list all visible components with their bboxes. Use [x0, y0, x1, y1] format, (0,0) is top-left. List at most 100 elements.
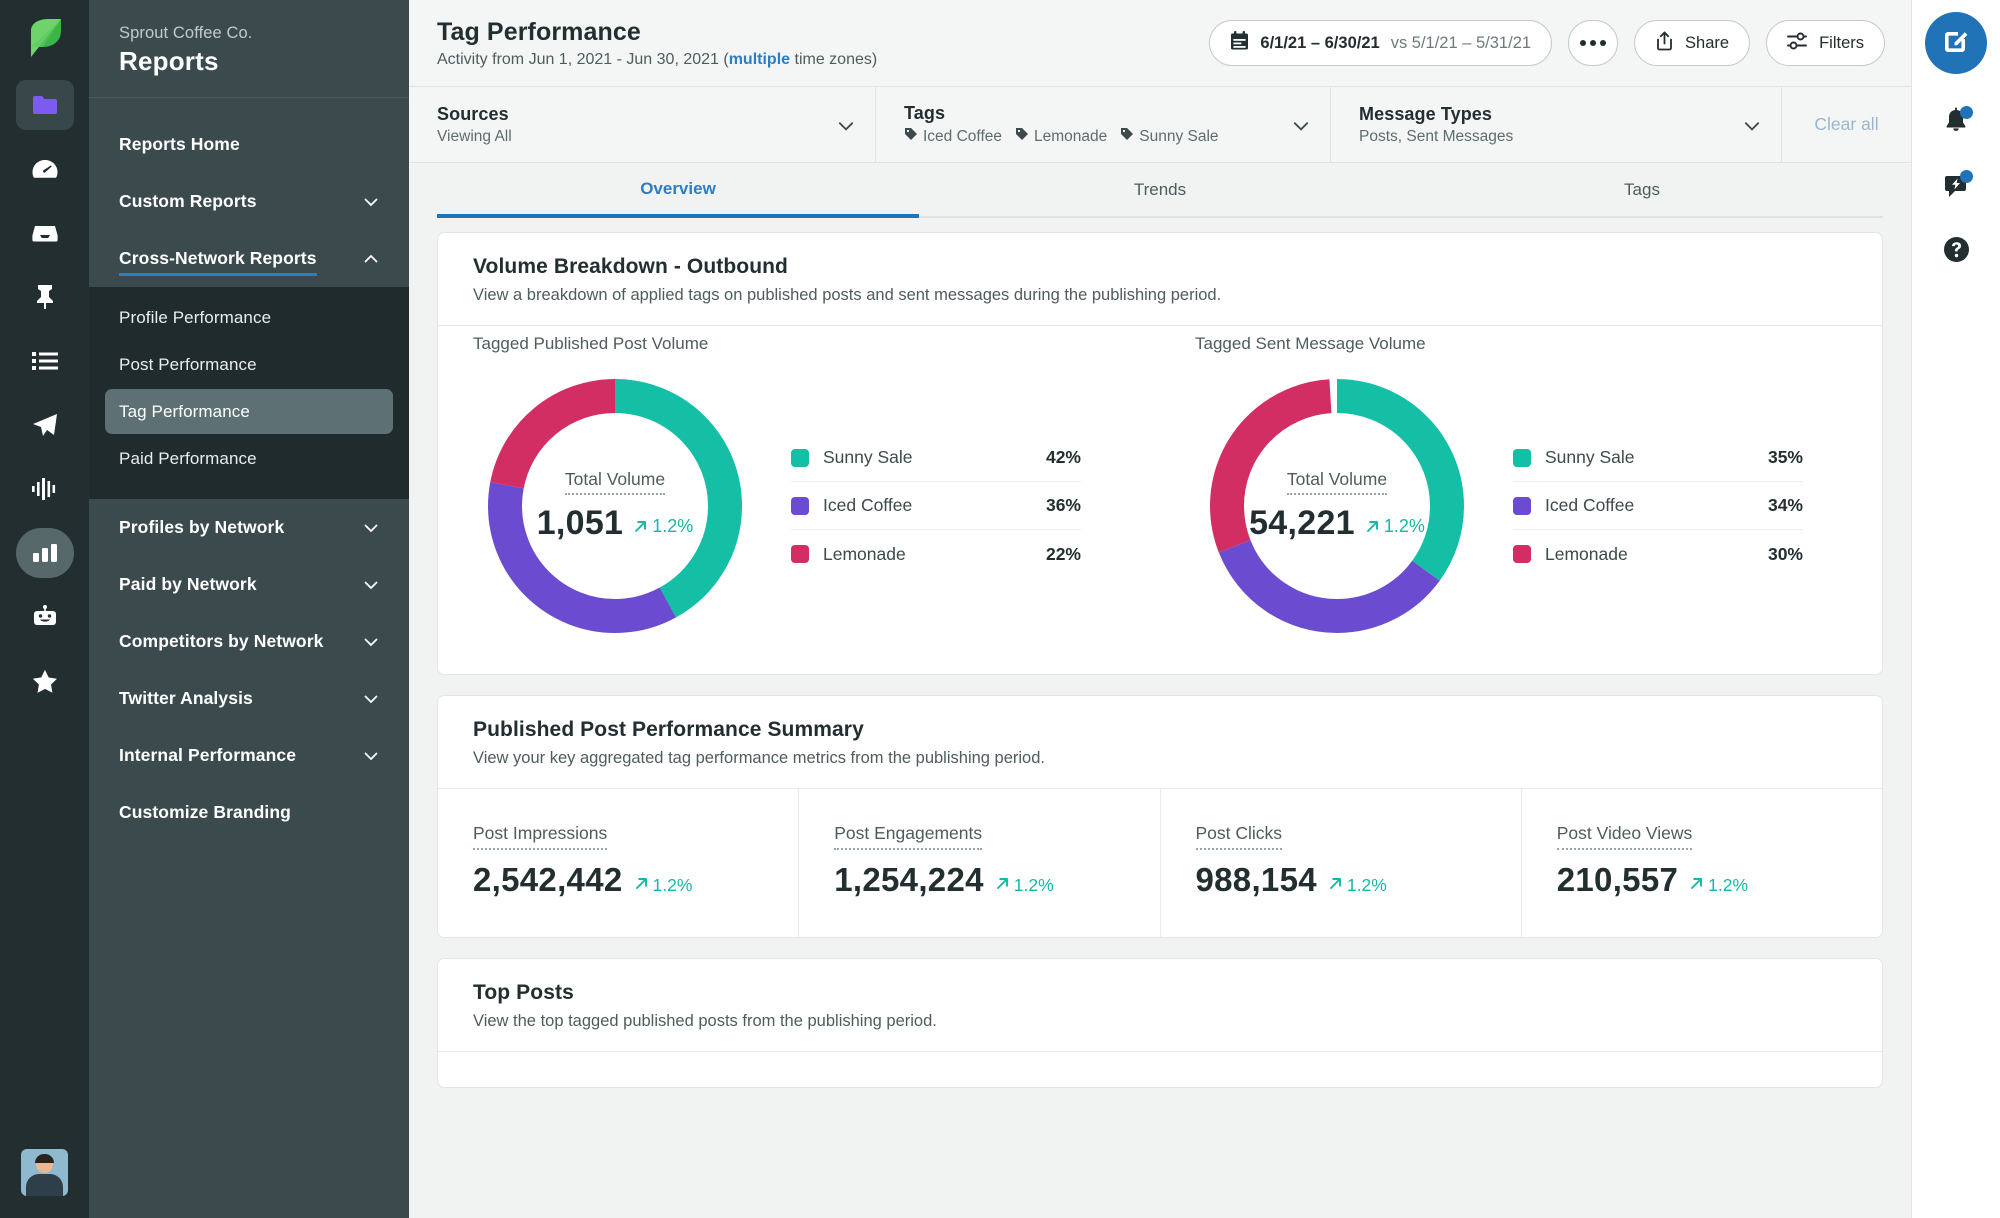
delta-value: 1.2%	[1013, 875, 1054, 895]
metric-delta: 1.2%	[995, 875, 1054, 896]
legend-swatch-iced-coffee	[1513, 496, 1531, 515]
message-types-filter[interactable]: Message Types Posts, Sent Messages	[1331, 87, 1782, 162]
tags-filter-value: Iced Coffee Lemonade Sunny Sale	[904, 127, 1226, 146]
chevron-down-icon	[363, 634, 379, 650]
tag-icon	[1015, 127, 1029, 146]
delta-value: 1.2%	[1708, 875, 1749, 895]
compose-icon	[1941, 26, 1971, 61]
listening-waveform-icon	[31, 478, 58, 500]
donut-chart-published[interactable]: Total Volume 1,051 1.2%	[473, 364, 757, 648]
sidebar-item-competitors-by-network[interactable]: Competitors by Network	[89, 613, 409, 670]
volume-card-title: Volume Breakdown - Outbound	[473, 255, 788, 278]
sidebar-item-cross-network-reports[interactable]: Cross-Network Reports	[89, 230, 409, 287]
chart-caption: Tagged Sent Message Volume	[1195, 334, 1426, 353]
sidebar-item-profiles-by-network[interactable]: Profiles by Network	[89, 499, 409, 556]
sidebar-item-reports-home[interactable]: Reports Home	[89, 116, 409, 173]
clear-all-button[interactable]: Clear all	[1782, 87, 1911, 162]
metric-value: 1,254,224	[834, 861, 984, 898]
rail-item-bots[interactable]	[16, 592, 74, 642]
legend-label: Iced Coffee	[823, 495, 913, 515]
legend-item[interactable]: Iced Coffee 34%	[1513, 482, 1803, 530]
tab-label: Overview	[640, 178, 716, 198]
sources-filter[interactable]: Sources Viewing All	[409, 87, 876, 162]
metric-post-video-views: Post Video Views 210,557 1.2%	[1522, 789, 1882, 937]
whats-new-button[interactable]	[1928, 160, 1984, 216]
summary-card-header: Published Post Performance Summary View …	[438, 696, 1882, 789]
tab-label: Tags	[1624, 179, 1660, 199]
avatar[interactable]	[21, 1149, 68, 1196]
donut-chart-sent[interactable]: Total Volume 54,221 1.2%	[1195, 364, 1479, 648]
sidebar-item-label: Twitter Analysis	[119, 688, 253, 708]
inbox-icon	[31, 224, 58, 242]
bar-chart-icon	[32, 544, 57, 562]
rail-item-tasks[interactable]	[16, 336, 74, 386]
summary-metrics: Post Impressions 2,542,442 1.2% Post Eng…	[438, 789, 1882, 937]
tab-overview[interactable]: Overview	[437, 163, 919, 218]
rail-item-reports[interactable]	[15, 528, 74, 578]
trend-up-arrow-icon	[1328, 875, 1343, 896]
legend-label: Lemonade	[1545, 543, 1628, 564]
report-content: Volume Breakdown - Outbound View a break…	[409, 218, 1911, 1218]
share-button[interactable]: Share	[1634, 20, 1751, 66]
top-posts-card-title: Top Posts	[473, 981, 574, 1004]
rail-item-send[interactable]	[16, 400, 74, 450]
legend-swatch-iced-coffee	[791, 496, 809, 515]
summary-card-title: Published Post Performance Summary	[473, 718, 864, 741]
legend-value: 30%	[1767, 543, 1803, 564]
sprout-leaf-logo[interactable]	[21, 14, 69, 62]
subtitle-pre: Activity from Jun 1, 2021 - Jun 30, 2021…	[437, 50, 729, 68]
report-tabs: Overview Trends Tags	[409, 163, 1911, 218]
rail-item-pinned[interactable]	[16, 272, 74, 322]
rail-item-publishing[interactable]	[15, 80, 74, 130]
sidebar-item-label: Custom Reports	[119, 191, 257, 211]
more-options-button[interactable]	[1568, 20, 1619, 66]
sidebar-item-profile-performance[interactable]: Profile Performance	[105, 295, 393, 340]
sidebar-item-post-performance[interactable]: Post Performance	[105, 342, 393, 387]
chevron-down-icon	[1743, 117, 1760, 133]
tab-label: Trends	[1133, 179, 1187, 199]
sources-filter-value: Viewing All	[437, 127, 512, 145]
filter-bar: Sources Viewing All Tags Iced Coffee Lem…	[409, 87, 1911, 163]
sidebar-item-internal-performance[interactable]: Internal Performance	[89, 727, 409, 784]
tags-filter[interactable]: Tags Iced Coffee Lemonade Sunny Sale	[876, 87, 1331, 162]
sidebar-title: Reports	[119, 46, 219, 76]
rail-item-dashboard[interactable]	[16, 144, 74, 194]
timezone-link[interactable]: multiple	[729, 51, 790, 68]
tab-trends[interactable]: Trends	[919, 163, 1401, 218]
rail-item-listening[interactable]	[16, 464, 74, 514]
sidebar-item-custom-reports[interactable]: Custom Reports	[89, 173, 409, 230]
legend-sent: Sunny Sale 35% Iced Coffee 34% Lemonade …	[1513, 434, 1803, 578]
chevron-down-icon	[363, 520, 379, 536]
date-range-picker[interactable]: 6/1/21 – 6/30/21 vs 5/1/21 – 5/31/21	[1209, 20, 1553, 66]
legend-item[interactable]: Iced Coffee 36%	[791, 482, 1081, 530]
legend-label: Lemonade	[823, 543, 906, 564]
legend-item[interactable]: Sunny Sale 42%	[791, 434, 1081, 482]
sidebar-item-twitter-analysis[interactable]: Twitter Analysis	[89, 670, 409, 727]
trend-up-arrow-icon	[634, 875, 649, 896]
tab-tags[interactable]: Tags	[1401, 163, 1883, 218]
legend-published: Sunny Sale 42% Iced Coffee 36% Lemonade …	[791, 434, 1081, 578]
legend-value: 34%	[1767, 495, 1803, 515]
filters-button[interactable]: Filters	[1766, 20, 1885, 66]
compose-button[interactable]	[1925, 12, 1987, 74]
legend-item[interactable]: Lemonade 22%	[791, 530, 1081, 578]
rail-item-inbox[interactable]	[16, 208, 74, 258]
sidebar-item-tag-performance[interactable]: Tag Performance	[105, 389, 393, 434]
legend-item[interactable]: Lemonade 30%	[1513, 530, 1803, 578]
legend-value: 35%	[1767, 447, 1803, 467]
legend-item[interactable]: Sunny Sale 35%	[1513, 434, 1803, 482]
org-name: Sprout Coffee Co.	[119, 24, 253, 42]
rail-item-reviews[interactable]	[16, 656, 74, 706]
published-post-volume-chart: Tagged Published Post Volume Total Volum…	[438, 334, 1160, 648]
trend-up-arrow-icon	[1689, 875, 1704, 896]
sidebar-item-customize-branding[interactable]: Customize Branding	[89, 784, 409, 841]
legend-swatch-lemonade	[791, 545, 809, 563]
metric-post-engagements: Post Engagements 1,254,224 1.2%	[799, 789, 1161, 937]
sidebar-item-paid-by-network[interactable]: Paid by Network	[89, 556, 409, 613]
metric-post-clicks: Post Clicks 988,154 1.2%	[1161, 789, 1522, 937]
tag-chip: Iced Coffee	[904, 127, 1002, 146]
sidebar-item-paid-performance[interactable]: Paid Performance	[105, 436, 393, 481]
chevron-down-icon	[363, 577, 379, 593]
help-button[interactable]	[1928, 224, 1984, 280]
notifications-button[interactable]	[1928, 96, 1984, 152]
